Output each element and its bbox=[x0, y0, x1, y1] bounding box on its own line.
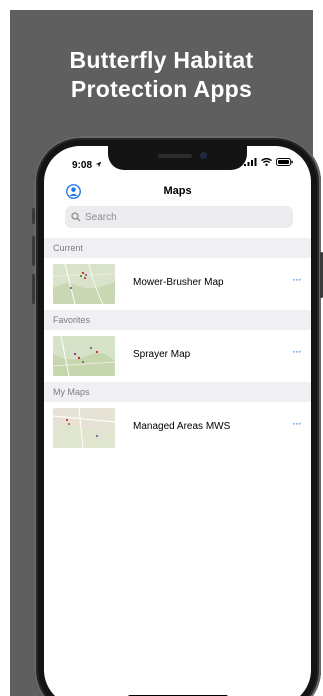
map-row-managed-areas[interactable]: Managed Areas MWS ··· bbox=[44, 402, 311, 454]
speaker bbox=[158, 154, 192, 158]
promo-banner: Butterfly Habitat Protection Apps 9:08 M… bbox=[10, 10, 323, 696]
notch bbox=[108, 146, 247, 170]
map-thumbnail bbox=[53, 336, 115, 376]
more-icon[interactable]: ··· bbox=[292, 416, 302, 430]
map-thumbnail bbox=[53, 264, 115, 304]
status-time-text: 9:08 bbox=[72, 160, 93, 171]
status-time: 9:08 bbox=[72, 160, 102, 171]
headline-line-1: Butterfly Habitat bbox=[69, 47, 254, 73]
status-icons bbox=[244, 158, 293, 166]
volume-down-button bbox=[32, 274, 35, 304]
map-name: Sprayer Map bbox=[133, 349, 191, 360]
map-thumbnail bbox=[53, 408, 115, 448]
map-name: Managed Areas MWS bbox=[133, 421, 231, 432]
mute-switch bbox=[32, 208, 35, 224]
map-row-mower-brusher[interactable]: Mower-Brusher Map ··· bbox=[44, 258, 311, 310]
signal-icon bbox=[244, 158, 257, 166]
more-icon[interactable]: ··· bbox=[292, 272, 302, 286]
more-icon[interactable]: ··· bbox=[292, 344, 302, 358]
front-camera bbox=[200, 152, 207, 159]
volume-up-button bbox=[32, 236, 35, 266]
location-arrow-icon bbox=[95, 161, 102, 168]
wifi-icon bbox=[261, 158, 272, 166]
phone-frame: 9:08 Maps Search Current Mower-Brusher M… bbox=[32, 136, 323, 696]
page-title: Maps bbox=[163, 185, 192, 197]
map-row-sprayer[interactable]: Sprayer Map ··· bbox=[44, 330, 311, 382]
map-name: Mower-Brusher Map bbox=[133, 277, 224, 288]
section-header-favorites: Favorites bbox=[44, 310, 311, 330]
section-header-my-maps: My Maps bbox=[44, 382, 311, 402]
search-input[interactable]: Search bbox=[85, 212, 117, 223]
battery-icon bbox=[276, 158, 293, 166]
app-screen: 9:08 Maps Search Current Mower-Brusher M… bbox=[44, 146, 311, 696]
section-header-current: Current bbox=[44, 238, 311, 258]
headline: Butterfly Habitat Protection Apps bbox=[10, 46, 313, 104]
search-icon bbox=[71, 212, 81, 222]
headline-line-2: Protection Apps bbox=[70, 76, 253, 102]
search-bar[interactable]: Search bbox=[65, 206, 293, 228]
